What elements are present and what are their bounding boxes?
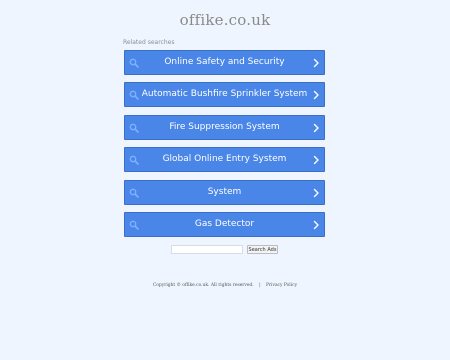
related-search-label: Online Safety and Security xyxy=(164,57,285,67)
chevron-right-icon xyxy=(313,58,319,68)
search-icon xyxy=(129,188,139,198)
related-search-button[interactable]: Global Online Entry System xyxy=(124,147,325,173)
related-searches-list: Online Safety and Security Automatic Bus… xyxy=(124,50,325,244)
related-search-label: Fire Suppression System xyxy=(169,121,280,132)
search-icon xyxy=(129,123,139,133)
related-search-label: Global Online Entry System xyxy=(162,154,287,165)
related-search-button[interactable]: Automatic Bushfire Sprinkler System xyxy=(124,82,325,108)
chevron-right-icon xyxy=(313,123,319,132)
search-icon xyxy=(129,58,139,68)
chevron-right-icon xyxy=(313,91,319,100)
search-ads-button[interactable]: Search Ads xyxy=(247,245,278,254)
search-icon xyxy=(129,90,139,101)
related-search-label: Automatic Bushfire Sprinkler System xyxy=(141,89,308,100)
related-search-label: System xyxy=(207,186,242,197)
related-search-button[interactable]: Online Safety and Security xyxy=(124,50,325,75)
site-domain-title: offike.co.uk xyxy=(179,11,271,29)
related-search-button[interactable]: System xyxy=(124,179,325,205)
search-icon xyxy=(129,220,139,230)
copyright-text: Copyright © offike.co.uk. All rights res… xyxy=(152,283,254,288)
related-searches-heading: Related searches xyxy=(123,39,175,46)
related-search-label: Gas Detector xyxy=(194,218,255,229)
chevron-right-icon xyxy=(313,155,319,165)
footer: Copyright © offike.co.uk. All rights res… xyxy=(0,283,450,288)
footer-separator: | xyxy=(259,283,261,288)
chevron-right-icon xyxy=(313,188,319,197)
search-input[interactable] xyxy=(171,245,243,254)
related-search-button[interactable]: Fire Suppression System xyxy=(124,114,325,140)
related-search-button[interactable]: Gas Detector xyxy=(124,211,325,237)
search-icon xyxy=(129,155,139,165)
privacy-policy-link[interactable]: Privacy Policy xyxy=(266,283,297,288)
chevron-right-icon xyxy=(313,220,319,230)
